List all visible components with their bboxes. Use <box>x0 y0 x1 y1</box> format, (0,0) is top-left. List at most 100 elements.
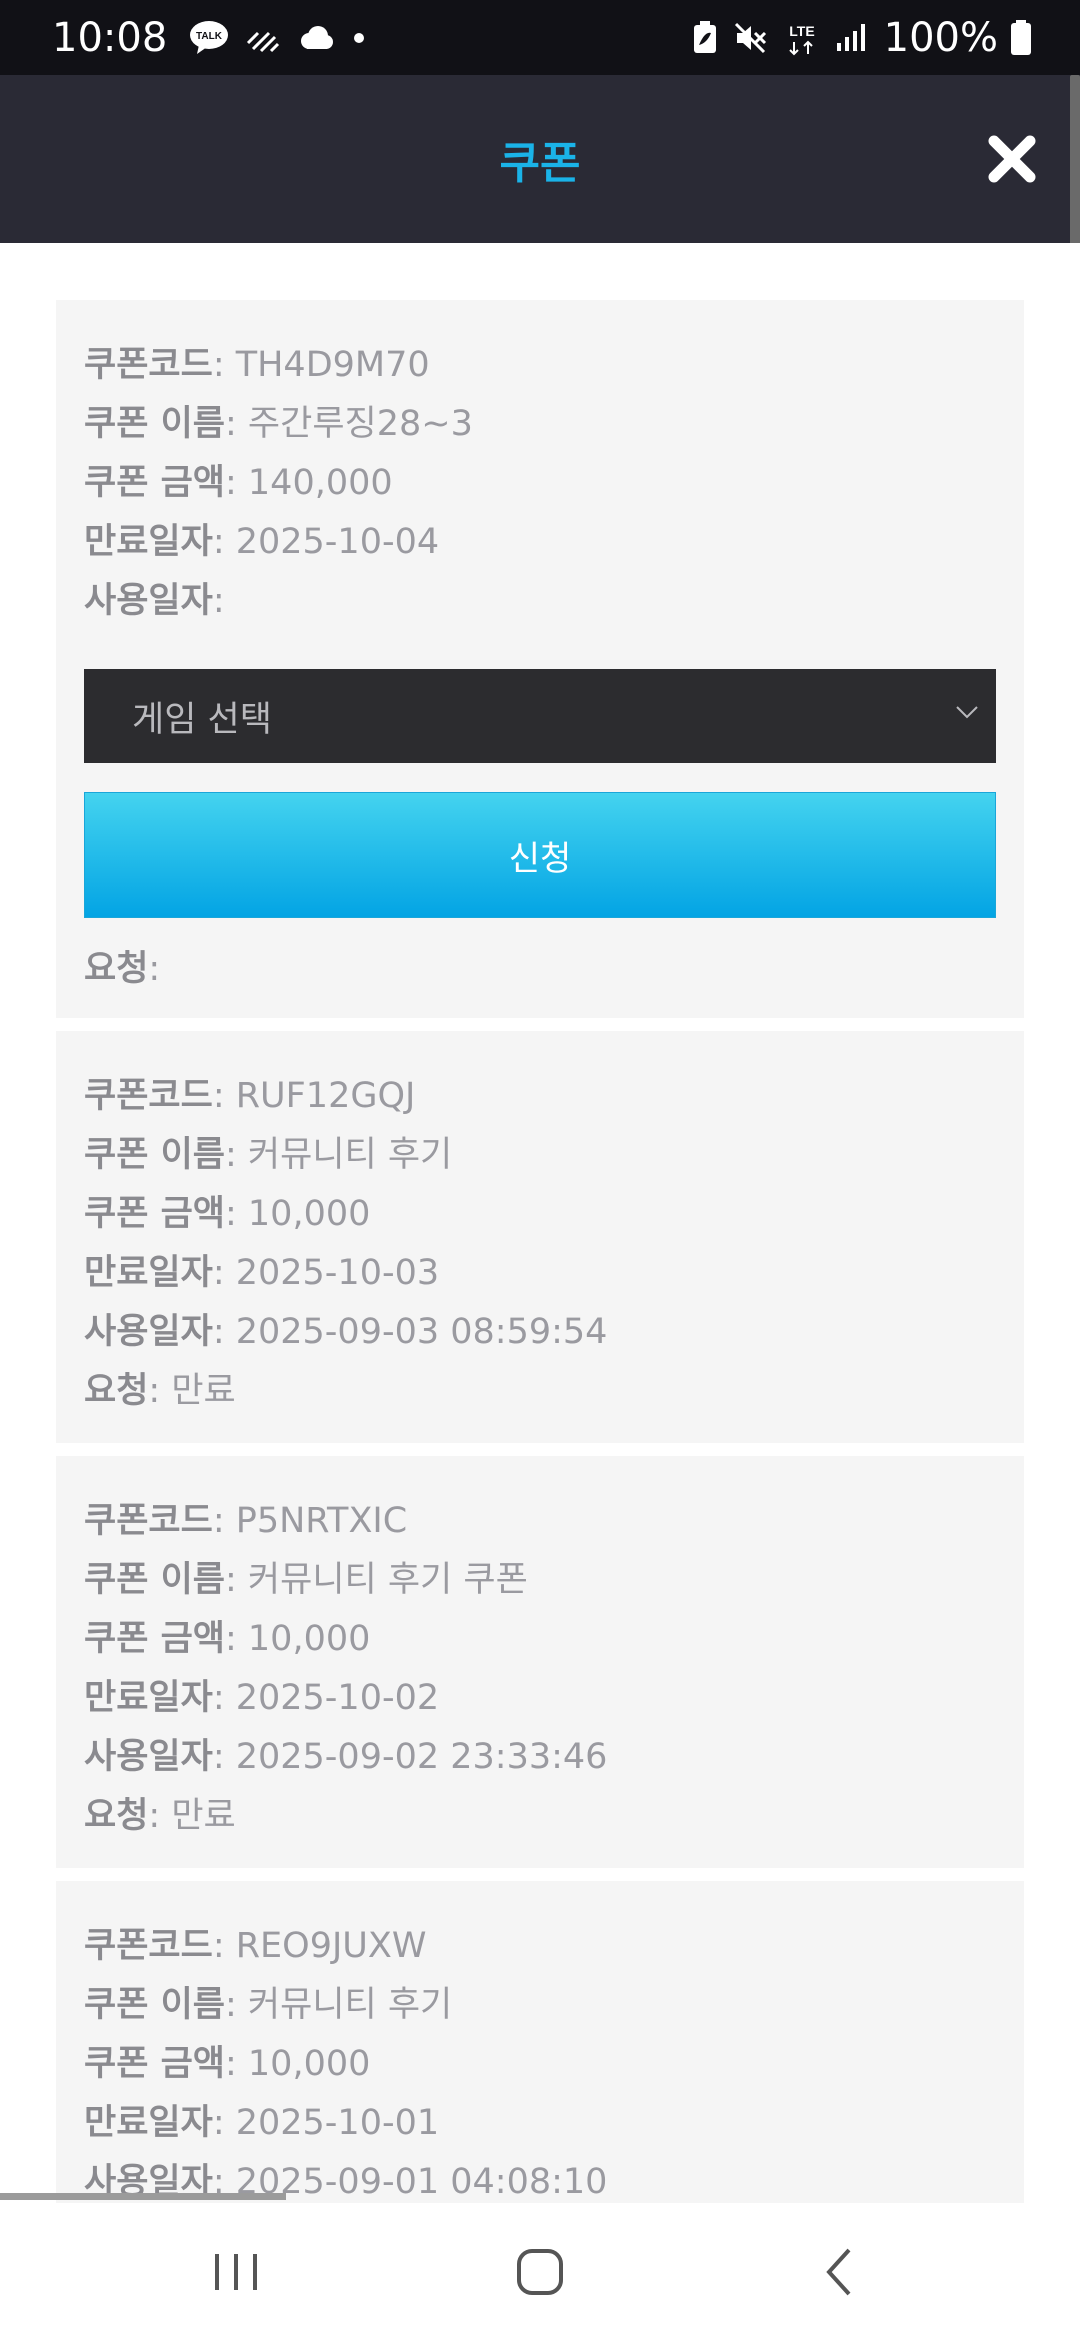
coupon-name-row: 쿠폰 이름: 주간루징28~3 <box>84 395 996 454</box>
coupon-amount-row: 쿠폰 금액: 10,000 <box>84 1185 996 1244</box>
mute-icon <box>734 22 768 54</box>
coupon-name-row: 쿠폰 이름: 커뮤니티 후기 <box>84 1976 996 2035</box>
coupon-amount-value: : 140,000 <box>225 463 393 503</box>
coupon-code-value: : TH4D9M70 <box>212 345 430 385</box>
coupon-amount-label: 쿠폰 금액 <box>84 1194 225 1234</box>
back-button[interactable] <box>740 2203 940 2340</box>
talk-icon-label: TALK <box>196 31 223 42</box>
coupon-expiry-value: : 2025-10-04 <box>212 522 440 562</box>
coupon-request-row: 요청: <box>84 940 996 999</box>
coupon-card: 쿠폰코드: TH4D9M70 쿠폰 이름: 주간루징28~3 쿠폰 금액: 14… <box>56 300 1024 1018</box>
coupon-card: 쿠폰코드: P5NRTXIC 쿠폰 이름: 커뮤니티 후기 쿠폰 쿠폰 금액: … <box>56 1456 1024 1868</box>
signal-icon <box>836 23 866 53</box>
nfc-icon <box>245 23 281 53</box>
recent-apps-button[interactable] <box>136 2203 336 2340</box>
coupon-used-label: 사용일자 <box>84 1737 213 1777</box>
coupon-code-label: 쿠폰코드 <box>84 1076 213 1116</box>
coupon-used-row: 사용일자: 2025-09-02 23:33:46 <box>84 1728 996 1787</box>
coupon-expiry-row: 만료일자: 2025-10-02 <box>84 1669 996 1728</box>
lte-label: LTE <box>789 23 814 39</box>
chevron-down-icon <box>956 706 978 719</box>
coupon-code-value: : P5NRTXIC <box>212 1501 408 1541</box>
battery-icon <box>1010 19 1032 56</box>
coupon-code-value: : RUF12GQJ <box>212 1076 416 1116</box>
coupon-amount-label: 쿠폰 금액 <box>84 463 225 503</box>
coupon-expiry-value: : 2025-10-03 <box>212 1253 440 1293</box>
coupon-card: 쿠폰코드: REO9JUXW 쿠폰 이름: 커뮤니티 후기 쿠폰 금액: 10,… <box>56 1881 1024 2203</box>
page-title: 쿠폰 <box>499 138 581 189</box>
cloud-icon <box>297 25 335 51</box>
game-select[interactable]: 게임 선택 <box>84 669 996 763</box>
lte-icon: LTE <box>784 20 820 56</box>
status-bar: 10:08 TALK LTE 100% <box>0 0 1080 75</box>
coupon-amount-row: 쿠폰 금액: 140,000 <box>84 454 996 513</box>
coupon-used-value: : 2025-09-02 23:33:46 <box>212 1737 608 1777</box>
coupon-name-label: 쿠폰 이름 <box>84 1560 225 1600</box>
coupon-name-row: 쿠폰 이름: 커뮤니티 후기 <box>84 1126 996 1185</box>
back-icon[interactable] <box>823 2246 857 2298</box>
coupon-name-value: : 주간루징28~3 <box>225 404 473 444</box>
coupon-used-row: 사용일자: 2025-09-03 08:59:54 <box>84 1303 996 1362</box>
coupon-amount-label: 쿠폰 금액 <box>84 2044 225 2084</box>
coupon-name-row: 쿠폰 이름: 커뮤니티 후기 쿠폰 <box>84 1551 996 1610</box>
coupon-request-row: 요청: 만료 <box>84 1787 996 1846</box>
status-time: 10:08 <box>52 14 168 61</box>
coupon-card: 쿠폰코드: RUF12GQJ 쿠폰 이름: 커뮤니티 후기 쿠폰 금액: 10,… <box>56 1031 1024 1443</box>
coupon-expiry-label: 만료일자 <box>84 522 213 562</box>
coupon-code-label: 쿠폰코드 <box>84 345 213 385</box>
coupon-amount-value: : 10,000 <box>225 1619 371 1659</box>
coupon-code-label: 쿠폰코드 <box>84 1926 213 1966</box>
coupon-expiry-label: 만료일자 <box>84 1253 213 1293</box>
coupon-expiry-value: : 2025-10-02 <box>212 1678 440 1718</box>
horizontal-scrollbar[interactable] <box>0 2193 286 2200</box>
coupon-amount-row: 쿠폰 금액: 10,000 <box>84 2035 996 2094</box>
close-icon[interactable] <box>986 133 1038 185</box>
coupon-expiry-row: 만료일자: 2025-10-03 <box>84 1244 996 1303</box>
coupon-name-value: : 커뮤니티 후기 <box>225 1135 453 1175</box>
dot-icon <box>351 30 367 46</box>
coupon-name-value: : 커뮤니티 후기 <box>225 1985 453 2025</box>
system-nav-bar <box>0 2203 1080 2340</box>
coupon-request-label: 요청 <box>84 949 149 989</box>
coupon-code-value: : REO9JUXW <box>212 1926 427 1966</box>
recent-apps-icon[interactable] <box>211 2250 261 2294</box>
coupon-expiry-label: 만료일자 <box>84 2103 213 2143</box>
coupon-code-row: 쿠폰코드: TH4D9M70 <box>84 336 996 395</box>
battery-percent: 100% <box>883 14 998 61</box>
coupon-amount-value: : 10,000 <box>225 2044 371 2084</box>
coupon-expiry-value: : 2025-10-01 <box>212 2103 440 2143</box>
coupon-amount-label: 쿠폰 금액 <box>84 1619 225 1659</box>
coupon-used-label: 사용일자 <box>84 1312 213 1352</box>
coupon-amount-value: : 10,000 <box>225 1194 371 1234</box>
home-icon[interactable] <box>515 2247 565 2297</box>
close-button[interactable] <box>980 127 1044 191</box>
coupon-request-value: : <box>148 949 161 989</box>
battery-saver-icon <box>692 20 718 55</box>
coupon-code-row: 쿠폰코드: P5NRTXIC <box>84 1492 996 1551</box>
coupon-request-label: 요청 <box>84 1796 149 1836</box>
modal-header: 쿠폰 <box>0 75 1080 243</box>
coupon-used-label: 사용일자 <box>84 581 213 621</box>
coupon-code-label: 쿠폰코드 <box>84 1501 213 1541</box>
coupon-used-value: : 2025-09-03 08:59:54 <box>212 1312 608 1352</box>
game-select-placeholder: 게임 선택 <box>132 699 272 740</box>
coupon-amount-row: 쿠폰 금액: 10,000 <box>84 1610 996 1669</box>
coupon-request-label: 요청 <box>84 1371 149 1411</box>
coupon-name-label: 쿠폰 이름 <box>84 1135 225 1175</box>
talk-icon: TALK <box>189 20 229 56</box>
coupon-expiry-label: 만료일자 <box>84 1678 213 1718</box>
coupon-used-row: 사용일자: <box>84 572 996 631</box>
coupon-request-value: : 만료 <box>148 1796 236 1836</box>
coupon-request-row: 요청: 만료 <box>84 1362 996 1421</box>
coupon-code-row: 쿠폰코드: RUF12GQJ <box>84 1067 996 1126</box>
coupon-code-row: 쿠폰코드: REO9JUXW <box>84 1917 996 1976</box>
coupon-name-label: 쿠폰 이름 <box>84 1985 225 2025</box>
apply-button[interactable]: 신청 <box>84 792 996 918</box>
coupon-used-value: : <box>212 581 225 621</box>
coupon-expiry-row: 만료일자: 2025-10-04 <box>84 513 996 572</box>
coupon-name-label: 쿠폰 이름 <box>84 404 225 444</box>
home-button[interactable] <box>440 2203 640 2340</box>
coupon-name-value: : 커뮤니티 후기 쿠폰 <box>225 1560 528 1600</box>
coupon-list[interactable]: 쿠폰코드: TH4D9M70 쿠폰 이름: 주간루징28~3 쿠폰 금액: 14… <box>0 243 1080 2203</box>
coupon-expiry-row: 만료일자: 2025-10-01 <box>84 2094 996 2153</box>
